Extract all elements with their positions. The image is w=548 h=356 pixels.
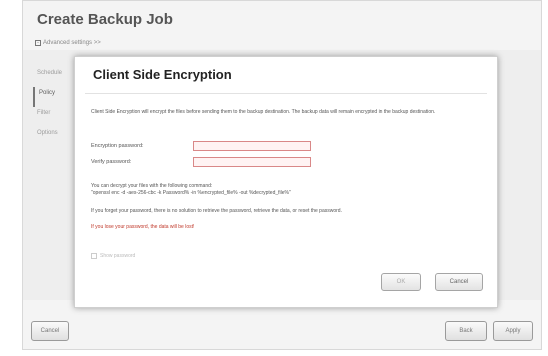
wizard-apply-button[interactable]: Apply — [493, 321, 533, 341]
show-password-checkbox[interactable]: Show password — [91, 253, 135, 259]
wizard-cancel-button[interactable]: Cancel — [31, 321, 69, 341]
verify-password-label: Verify password: — [91, 159, 132, 165]
decrypt-note: You can decrypt your files with the foll… — [91, 183, 213, 189]
checkbox-box — [91, 253, 97, 259]
verify-password-input[interactable] — [193, 157, 311, 167]
wizard-title: Create Backup Job — [37, 11, 173, 28]
ok-button[interactable]: OK — [381, 273, 421, 291]
dialog-title: Client Side Encryption — [93, 67, 232, 82]
advanced-settings-toggle[interactable]: - Advanced settings >> — [35, 40, 101, 46]
show-password-label: Show password — [100, 253, 136, 259]
dialog-cancel-button[interactable]: Cancel — [435, 273, 483, 291]
forget-password-note: If you forget your password, there is no… — [91, 208, 342, 214]
client-side-encryption-dialog: Client Side Encryption Client Side Encry… — [74, 56, 498, 308]
dialog-description: Client Side Encryption will encrypt the … — [91, 109, 436, 115]
decrypt-command: "openssl enc -d -aes-256-cbc -k Password… — [91, 190, 291, 196]
encryption-password-input[interactable] — [193, 141, 311, 151]
collapse-icon: - — [35, 40, 41, 46]
encryption-password-label: Encryption password: — [91, 143, 144, 149]
advanced-settings-label: Advanced settings >> — [43, 40, 101, 46]
data-loss-warning: If you lose your password, the data will… — [91, 224, 195, 230]
wizard-back-button[interactable]: Back — [445, 321, 487, 341]
title-divider — [85, 93, 487, 94]
